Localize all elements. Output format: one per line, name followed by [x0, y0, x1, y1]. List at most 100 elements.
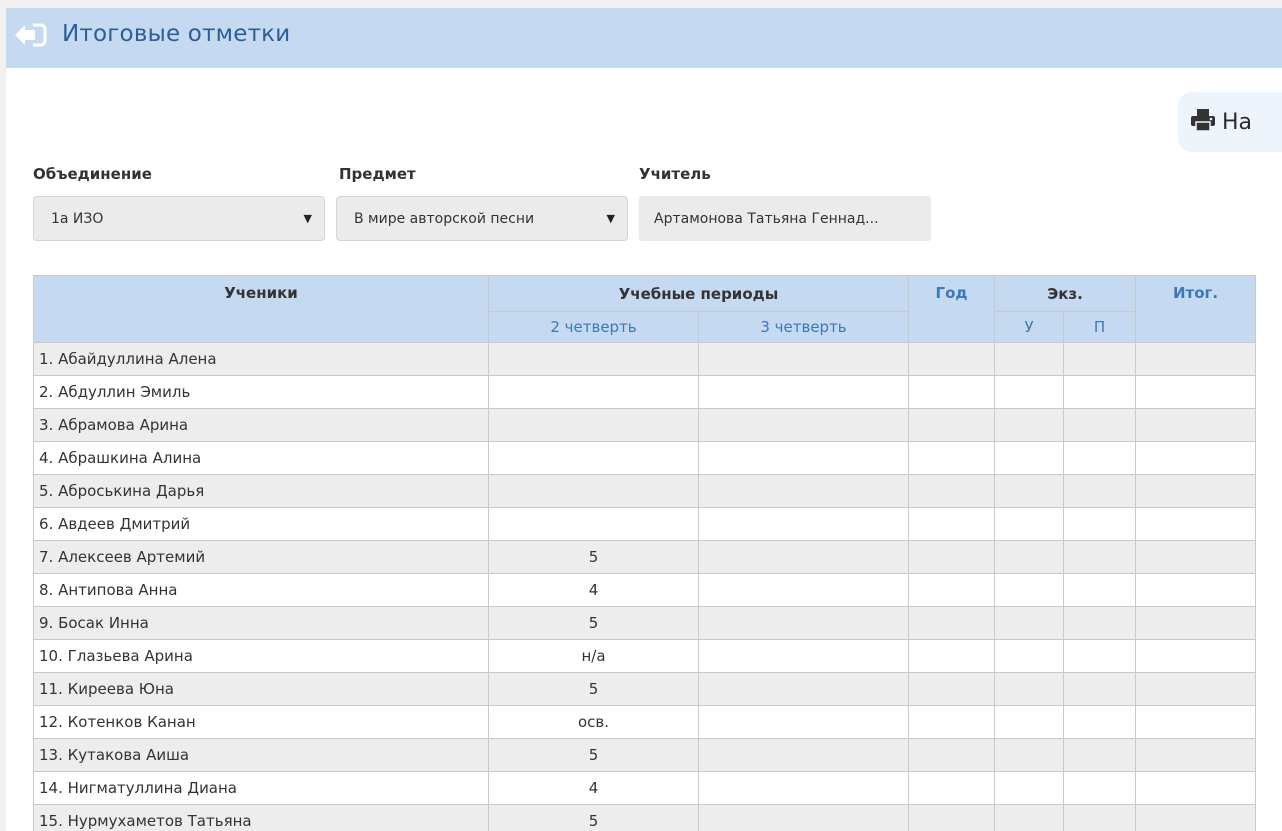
final-mark-cell[interactable]	[1135, 738, 1257, 772]
quarter-2-mark-cell[interactable]	[488, 441, 699, 475]
quarter-3-mark-cell[interactable]	[697, 705, 910, 739]
exam-u-mark-cell[interactable]	[994, 705, 1065, 739]
year-header[interactable]: Год	[908, 275, 996, 343]
quarter-2-header[interactable]: 2 четверть	[488, 311, 699, 343]
quarter-3-mark-cell[interactable]	[697, 606, 910, 640]
exam-p-mark-cell[interactable]	[1063, 804, 1137, 831]
exam-u-mark-cell[interactable]	[994, 639, 1065, 673]
quarter-3-mark-cell[interactable]	[697, 375, 910, 409]
exam-p-mark-cell[interactable]	[1063, 705, 1137, 739]
quarter-2-mark-cell[interactable]	[488, 342, 699, 376]
exam-u-mark-cell[interactable]	[994, 507, 1065, 541]
quarter-2-mark-cell[interactable]: осв.	[488, 705, 699, 739]
quarter-2-mark-cell[interactable]	[488, 408, 699, 442]
exam-p-mark-cell[interactable]	[1063, 408, 1137, 442]
exam-p-mark-cell[interactable]	[1063, 540, 1137, 574]
exam-p-mark-cell[interactable]	[1063, 573, 1137, 607]
quarter-3-mark-cell[interactable]	[697, 441, 910, 475]
quarter-3-mark-cell[interactable]	[697, 672, 910, 706]
exam-p-mark-cell[interactable]	[1063, 606, 1137, 640]
exam-p-mark-cell[interactable]	[1063, 672, 1137, 706]
quarter-3-mark-cell[interactable]	[697, 342, 910, 376]
year-mark-cell[interactable]	[908, 474, 996, 508]
year-mark-cell[interactable]	[908, 408, 996, 442]
year-mark-cell[interactable]	[908, 639, 996, 673]
exam-u-mark-cell[interactable]	[994, 375, 1065, 409]
quarter-2-mark-cell[interactable]: 5	[488, 804, 699, 831]
exam-u-mark-cell[interactable]	[994, 408, 1065, 442]
final-mark-cell[interactable]	[1135, 672, 1257, 706]
year-mark-cell[interactable]	[908, 705, 996, 739]
year-mark-cell[interactable]	[908, 540, 996, 574]
exam-p-mark-cell[interactable]	[1063, 639, 1137, 673]
exam-u-mark-cell[interactable]	[994, 441, 1065, 475]
year-mark-cell[interactable]	[908, 342, 996, 376]
exam-p-mark-cell[interactable]	[1063, 507, 1137, 541]
quarter-2-mark-cell[interactable]: 4	[488, 573, 699, 607]
final-mark-cell[interactable]	[1135, 375, 1257, 409]
year-mark-cell[interactable]	[908, 375, 996, 409]
quarter-3-mark-cell[interactable]	[697, 573, 910, 607]
final-mark-cell[interactable]	[1135, 474, 1257, 508]
exam-u-mark-cell[interactable]	[994, 738, 1065, 772]
exam-u-mark-cell[interactable]	[994, 474, 1065, 508]
year-mark-cell[interactable]	[908, 573, 996, 607]
final-mark-cell[interactable]	[1135, 342, 1257, 376]
quarter-3-mark-cell[interactable]	[697, 507, 910, 541]
year-mark-cell[interactable]	[908, 738, 996, 772]
exam-u-mark-cell[interactable]	[994, 771, 1065, 805]
exam-u-mark-cell[interactable]	[994, 573, 1065, 607]
final-mark-cell[interactable]	[1135, 408, 1257, 442]
exam-p-header[interactable]: П	[1063, 311, 1137, 343]
quarter-3-mark-cell[interactable]	[697, 474, 910, 508]
students-header[interactable]: Ученики	[33, 275, 489, 343]
final-mark-cell[interactable]	[1135, 804, 1257, 831]
exam-u-mark-cell[interactable]	[994, 342, 1065, 376]
quarter-3-mark-cell[interactable]	[697, 639, 910, 673]
year-mark-cell[interactable]	[908, 507, 996, 541]
exam-u-mark-cell[interactable]	[994, 540, 1065, 574]
exam-p-mark-cell[interactable]	[1063, 474, 1137, 508]
year-mark-cell[interactable]	[908, 606, 996, 640]
exam-p-mark-cell[interactable]	[1063, 738, 1137, 772]
final-mark-cell[interactable]	[1135, 639, 1257, 673]
quarter-3-mark-cell[interactable]	[697, 804, 910, 831]
exam-u-mark-cell[interactable]	[994, 804, 1065, 831]
final-mark-cell[interactable]	[1135, 705, 1257, 739]
quarter-3-mark-cell[interactable]	[697, 540, 910, 574]
final-mark-cell[interactable]	[1135, 573, 1257, 607]
quarter-3-header[interactable]: 3 четверть	[697, 311, 910, 343]
exam-p-mark-cell[interactable]	[1063, 771, 1137, 805]
subject-select[interactable]: В мире авторской песни ▼	[336, 196, 628, 241]
quarter-2-mark-cell[interactable]	[488, 375, 699, 409]
quarter-2-mark-cell[interactable]: 5	[488, 606, 699, 640]
exam-p-mark-cell[interactable]	[1063, 441, 1137, 475]
final-mark-cell[interactable]	[1135, 441, 1257, 475]
exam-p-mark-cell[interactable]	[1063, 375, 1137, 409]
exam-p-mark-cell[interactable]	[1063, 342, 1137, 376]
final-mark-cell[interactable]	[1135, 507, 1257, 541]
group-select[interactable]: 1а ИЗО ▼	[33, 196, 325, 241]
year-mark-cell[interactable]	[908, 771, 996, 805]
year-mark-cell[interactable]	[908, 441, 996, 475]
final-mark-cell[interactable]	[1135, 540, 1257, 574]
exam-u-mark-cell[interactable]	[994, 672, 1065, 706]
year-mark-cell[interactable]	[908, 672, 996, 706]
exam-u-mark-cell[interactable]	[994, 606, 1065, 640]
quarter-3-mark-cell[interactable]	[697, 408, 910, 442]
quarter-2-mark-cell[interactable]: 5	[488, 540, 699, 574]
quarter-3-mark-cell[interactable]	[697, 738, 910, 772]
year-mark-cell[interactable]	[908, 804, 996, 831]
back-button[interactable]	[12, 22, 48, 52]
quarter-2-mark-cell[interactable]	[488, 507, 699, 541]
quarter-2-mark-cell[interactable]: 5	[488, 738, 699, 772]
quarter-2-mark-cell[interactable]: 5	[488, 672, 699, 706]
quarter-2-mark-cell[interactable]: 4	[488, 771, 699, 805]
final-header[interactable]: Итог.	[1135, 275, 1257, 343]
exam-u-header[interactable]: У	[994, 311, 1065, 343]
quarter-2-mark-cell[interactable]	[488, 474, 699, 508]
final-mark-cell[interactable]	[1135, 606, 1257, 640]
print-button[interactable]: На	[1178, 92, 1282, 152]
quarter-2-mark-cell[interactable]: н/а	[488, 639, 699, 673]
final-mark-cell[interactable]	[1135, 771, 1257, 805]
